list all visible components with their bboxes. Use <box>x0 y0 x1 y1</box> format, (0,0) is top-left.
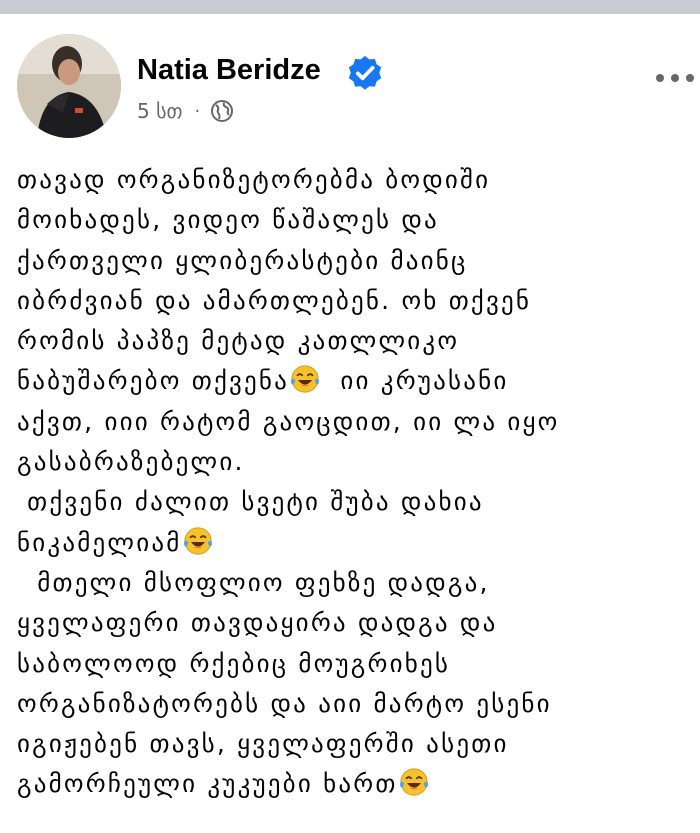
post-text-segment: იი კრუასანი <box>320 366 509 396</box>
post-meta: 5 სთ · <box>137 96 234 126</box>
post-text-line: ნიკამელიამ <box>17 523 693 563</box>
feed-separator-bar <box>0 0 700 14</box>
post-text-line: იბრძვიან და ამართლებენ. ოხ თქვენ <box>17 281 693 321</box>
tears-of-joy-emoji-icon <box>183 527 212 555</box>
post-text-segment: ქართველი ყლიბერასტები მაინც <box>17 245 468 275</box>
post-text-line: იგიჟებენ თავს, ყველაფერში ასეთი <box>17 724 693 764</box>
post-text-segment: საბოლოოდ რქებიც მოუგრიხეს <box>17 648 451 678</box>
post-text-segment: ორგანიზატორებს და აიი მარტო ესენი <box>17 688 552 718</box>
menu-dot <box>686 74 694 82</box>
post-text-line: ქართველი ყლიბერასტები მაინც <box>17 241 693 281</box>
post-text-segment: რომის პაპზე მეტად კათლლიკო <box>17 326 460 356</box>
post-text-segment: აქვთ, იიი რატომ გაოცდით, იი ლა იყო <box>17 406 560 436</box>
tears-of-joy-emoji-icon <box>291 365 320 394</box>
verified-badge-icon <box>348 55 382 90</box>
post-text-line: საბოლოოდ რქებიც მოუგრიხეს <box>17 644 693 684</box>
meta-separator: · <box>194 100 201 122</box>
post-text-line: გამორჩეული კუკუები ხართ <box>17 764 693 804</box>
post-text-segment: გამორჩეული კუკუები ხართ <box>17 769 398 799</box>
post-text-segment: თქვენი ძალით სვეტი შუბა დახია <box>17 487 484 517</box>
menu-dot <box>671 74 679 82</box>
post-text-line: ყველაფერი თავდაყირა დადგა და <box>17 603 693 643</box>
post-text-segment: მთელი მსოფლიო ფეხზე დადგა, <box>17 567 490 597</box>
post-text-line: მოიხადეს, ვიდეო წაშალეს და <box>17 200 693 240</box>
post-text-line: ნაბუშარებო თქვენა იი კრუასანი <box>17 361 693 401</box>
post-timestamp[interactable]: 5 სთ <box>137 99 183 123</box>
avatar-photo <box>17 34 121 138</box>
more-options-icon[interactable] <box>656 74 694 82</box>
post-text-segment: თავად ორგანიზეტორებმა ბოდიში <box>17 165 491 194</box>
post-text-segment: მოიხადეს, ვიდეო წაშალეს და <box>17 205 439 235</box>
post-text-segment: ყველაფერი თავდაყირა დადგა და <box>17 608 498 638</box>
post-text-line: რომის პაპზე მეტად კათლლიკო <box>17 321 693 361</box>
post-text-line: მთელი მსოფლიო ფეხზე დადგა, <box>17 563 693 603</box>
post-text-line: აქვთ, იიი რატომ გაოცდით, იი ლა იყო <box>17 402 693 442</box>
post-text-line: თქვენი ძალით სვეტი შუბა დახია <box>17 482 693 522</box>
post-body: თავად ორგანიზეტორებმა ბოდიში მოიხადეს, ვი… <box>17 160 693 805</box>
post-text-segment: იბრძვიან და ამართლებენ. ოხ თქვენ <box>17 285 532 315</box>
post-text-line: გასაბრაზებელი. <box>17 442 693 482</box>
globe-icon[interactable] <box>210 99 234 123</box>
post-text-line: ორგანიზატორებს და აიი მარტო ესენი <box>17 684 693 724</box>
post-text-segment: გასაბრაზებელი. <box>17 447 245 477</box>
post-text-segment: იგიჟებენ თავს, ყველაფერში ასეთი <box>17 729 509 759</box>
menu-dot <box>656 74 664 82</box>
author-avatar[interactable] <box>17 34 121 138</box>
tears-of-joy-emoji-icon <box>399 768 428 797</box>
post-text-segment: ნიკამელიამ <box>17 527 182 557</box>
post-text-segment: ნაბუშარებო თქვენა <box>17 366 290 396</box>
post-text-line: თავად ორგანიზეტორებმა ბოდიში <box>17 160 693 200</box>
author-name[interactable]: Natia Beridze <box>137 54 321 87</box>
facebook-post: Natia Beridze 5 სთ · თავად ორგანიზეტორებ… <box>0 14 700 833</box>
